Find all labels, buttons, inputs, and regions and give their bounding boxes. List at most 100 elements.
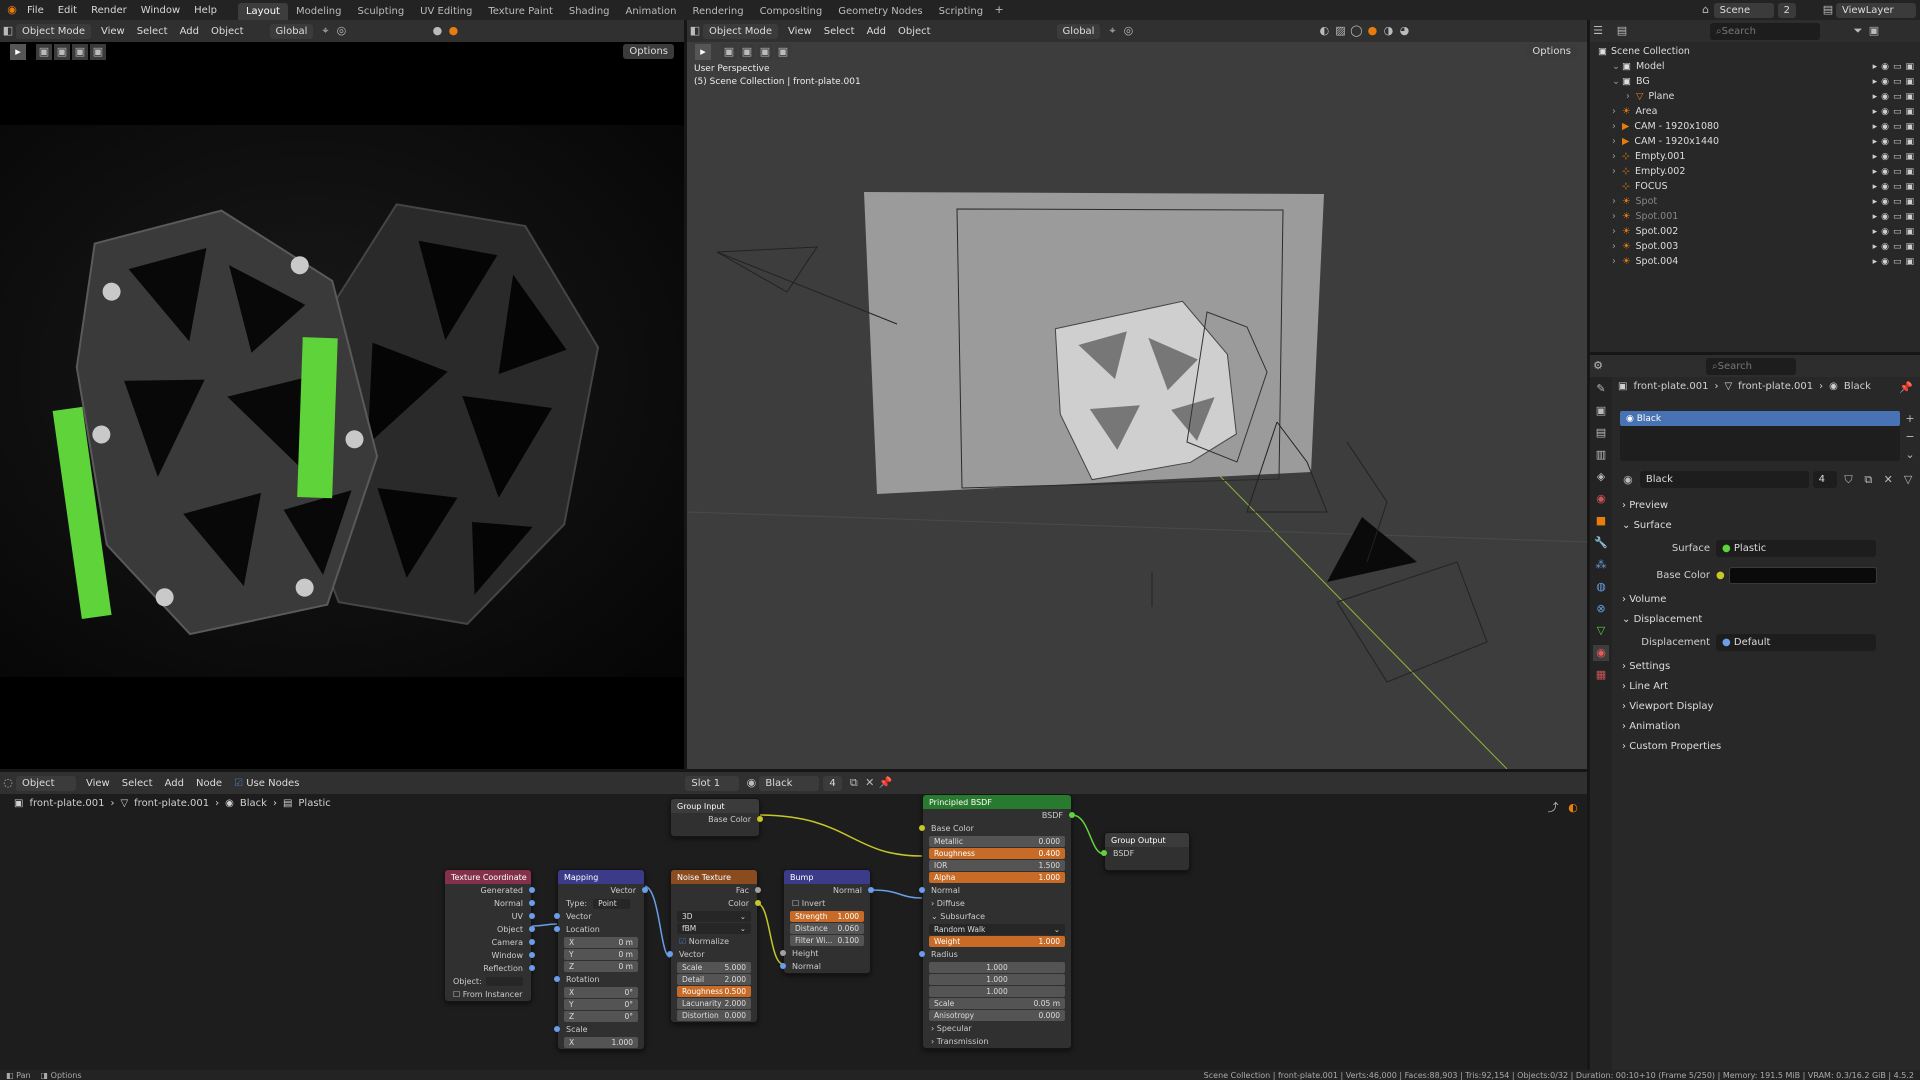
outliner-item[interactable]: › ▶ CAM - 1920x1080 ▸ ◉ ▭ ▣ bbox=[1590, 119, 1920, 134]
outliner-root[interactable]: ▣ Scene Collection bbox=[1590, 44, 1920, 59]
right-mode-select[interactable]: Object Mode bbox=[703, 23, 778, 39]
scale-field[interactable]: Scale 0.05 m bbox=[929, 998, 1065, 1009]
noise-type-select[interactable]: fBM ⌄ bbox=[677, 923, 751, 934]
socket-icon[interactable] bbox=[554, 976, 560, 982]
material-name-field[interactable]: Black bbox=[1639, 471, 1809, 488]
pin-icon[interactable]: 📌 bbox=[1898, 380, 1914, 396]
noise-dimension-select[interactable]: 3D ⌄ bbox=[677, 911, 751, 922]
outliner-item[interactable]: › ▶ CAM - 1920x1440 ▸ ◉ ▭ ▣ bbox=[1590, 134, 1920, 149]
chevron-right-icon[interactable]: › bbox=[1612, 226, 1622, 237]
shading-render-icon[interactable]: ◕ bbox=[1396, 23, 1412, 39]
editor-type-icon[interactable]: ◌ bbox=[0, 775, 16, 791]
chevron-down-icon[interactable]: ⌄ bbox=[1612, 61, 1622, 72]
select-icon[interactable]: ▸ bbox=[1873, 167, 1878, 177]
node-mode-select[interactable]: Object bbox=[16, 775, 76, 791]
chevron-right-icon[interactable]: › bbox=[1612, 196, 1622, 207]
add-workspace-icon[interactable]: + bbox=[991, 2, 1007, 18]
outliner-item[interactable]: › ⊹ Empty.002 ▸ ◉ ▭ ▣ bbox=[1590, 164, 1920, 179]
right-menu-object[interactable]: Object bbox=[892, 26, 937, 37]
camera-render-icon[interactable]: ▣ bbox=[1905, 62, 1914, 72]
chevron-right-icon[interactable]: › bbox=[1612, 151, 1622, 162]
ior-field[interactable]: IOR 1.500 bbox=[929, 860, 1065, 871]
weight-field[interactable]: Weight 1.000 bbox=[929, 936, 1065, 947]
normalize-checkbox[interactable]: ☑ Normalize bbox=[671, 935, 757, 948]
select-icon[interactable]: ▸ bbox=[1873, 152, 1878, 162]
parent-node-tree-icon[interactable]: ⤴ bbox=[1545, 800, 1561, 816]
socket-icon[interactable] bbox=[529, 952, 535, 958]
camera-render-icon[interactable]: ▣ bbox=[1905, 122, 1914, 132]
select-icon[interactable]: ▸ bbox=[1873, 227, 1878, 237]
link-icon[interactable]: ▽ bbox=[1900, 472, 1916, 488]
left-mode-select[interactable]: Object Mode bbox=[16, 23, 91, 39]
workspace-tab-scripting[interactable]: Scripting bbox=[931, 3, 991, 20]
socket-icon[interactable] bbox=[919, 825, 925, 831]
outliner-item[interactable]: › ☀ Spot.001 ▸ ◉ ▭ ▣ bbox=[1590, 209, 1920, 224]
overlay-icon[interactable]: ◐ bbox=[1316, 23, 1332, 39]
right-menu-view[interactable]: View bbox=[782, 26, 818, 37]
right-viewport[interactable]: ▸ ▣ ▣ ▣ ▣ Options User Perspective (5) S… bbox=[687, 42, 1587, 769]
camera-render-icon[interactable]: ▣ bbox=[1905, 167, 1914, 177]
node-value-field[interactable]: Filter Wi... 0.100 bbox=[790, 935, 864, 946]
node-value-field[interactable]: Z 0° bbox=[564, 1011, 638, 1022]
select-icon[interactable]: ▸ bbox=[1873, 92, 1878, 102]
fake-user-icon[interactable]: ⛉ bbox=[1841, 472, 1857, 488]
left-options-button[interactable]: Options bbox=[623, 44, 674, 59]
socket-icon[interactable] bbox=[780, 963, 786, 969]
select-icon[interactable]: ▸ bbox=[1873, 257, 1878, 267]
select-box-icon[interactable]: ▣ bbox=[36, 44, 52, 60]
blender-logo-icon[interactable]: ◉ bbox=[4, 2, 20, 18]
camera-render-icon[interactable]: ▣ bbox=[1905, 257, 1914, 267]
socket-icon[interactable] bbox=[780, 950, 786, 956]
eye-icon[interactable]: ◉ bbox=[1881, 242, 1889, 252]
displacement-field[interactable]: ● Default bbox=[1716, 634, 1876, 651]
invert-checkbox[interactable]: ☐ Invert bbox=[784, 897, 870, 910]
proportional-icon[interactable]: ◎ bbox=[333, 23, 349, 39]
specular-panel[interactable]: › Specular bbox=[923, 1022, 1071, 1035]
select-invert-icon[interactable]: ▣ bbox=[90, 44, 106, 60]
roughness-field[interactable]: Roughness 0.400 bbox=[929, 848, 1065, 859]
node-menu-add[interactable]: Add bbox=[159, 778, 190, 789]
display-mode-icon[interactable]: ▤ bbox=[1614, 23, 1630, 39]
section-displacement[interactable]: ⌄ Displacement bbox=[1590, 609, 1920, 629]
select-icon[interactable]: ▸ bbox=[1873, 77, 1878, 87]
right-menu-select[interactable]: Select bbox=[818, 26, 861, 37]
chevron-right-icon[interactable]: › bbox=[1612, 166, 1622, 177]
material-slot-item[interactable]: ◉ Black bbox=[1620, 411, 1900, 426]
left-orientation-select[interactable]: Global bbox=[269, 23, 314, 39]
node-group-output[interactable]: Group Output BSDF bbox=[1101, 832, 1190, 871]
eye-icon[interactable]: ◉ bbox=[1881, 62, 1889, 72]
eye-icon[interactable]: ◉ bbox=[1881, 212, 1889, 222]
select-icon[interactable]: ▸ bbox=[1873, 197, 1878, 207]
select-icon[interactable]: ▸ bbox=[1873, 242, 1878, 252]
node-material-users[interactable]: 4 bbox=[823, 775, 842, 791]
node-menu-view[interactable]: View bbox=[80, 778, 116, 789]
chevron-right-icon[interactable]: › bbox=[1612, 211, 1622, 222]
shading-material-icon[interactable]: ◑ bbox=[1380, 23, 1396, 39]
metallic-field[interactable]: Metallic 0.000 bbox=[929, 836, 1065, 847]
socket-icon[interactable] bbox=[755, 887, 761, 893]
camera-render-icon[interactable]: ▣ bbox=[1905, 227, 1914, 237]
right-orientation-select[interactable]: Global bbox=[1056, 23, 1101, 39]
shading-render-icon[interactable]: ● bbox=[445, 23, 461, 39]
right-menu-add[interactable]: Add bbox=[861, 26, 892, 37]
editor-type-icon[interactable]: ⚙ bbox=[1590, 358, 1606, 374]
eye-icon[interactable]: ◉ bbox=[1881, 197, 1889, 207]
socket-icon[interactable] bbox=[529, 900, 535, 906]
node-group-input[interactable]: Group Input Base Color bbox=[670, 798, 763, 837]
radius-x-field[interactable]: 1.000 bbox=[929, 962, 1065, 973]
node-value-field[interactable]: Distortion 0.000 bbox=[677, 1010, 751, 1021]
unlink-icon[interactable]: ✕ bbox=[1880, 472, 1896, 488]
left-viewport[interactable]: ▸ ▣ ▣ ▣ ▣ Options bbox=[0, 42, 684, 769]
menu-render[interactable]: Render bbox=[84, 5, 134, 16]
eye-icon[interactable]: ◉ bbox=[1881, 167, 1889, 177]
monitor-icon[interactable]: ▭ bbox=[1893, 107, 1902, 117]
eye-icon[interactable]: ◉ bbox=[1881, 152, 1889, 162]
camera-render-icon[interactable]: ▣ bbox=[1905, 197, 1914, 207]
left-menu-add[interactable]: Add bbox=[174, 26, 205, 37]
menu-file[interactable]: File bbox=[20, 5, 51, 16]
select-icon[interactable]: ▸ bbox=[1873, 122, 1878, 132]
section-line-art[interactable]: › Line Art bbox=[1590, 676, 1920, 696]
socket-icon[interactable] bbox=[529, 965, 535, 971]
section-volume[interactable]: › Volume bbox=[1590, 589, 1920, 609]
section-preview[interactable]: › Preview bbox=[1590, 495, 1920, 515]
